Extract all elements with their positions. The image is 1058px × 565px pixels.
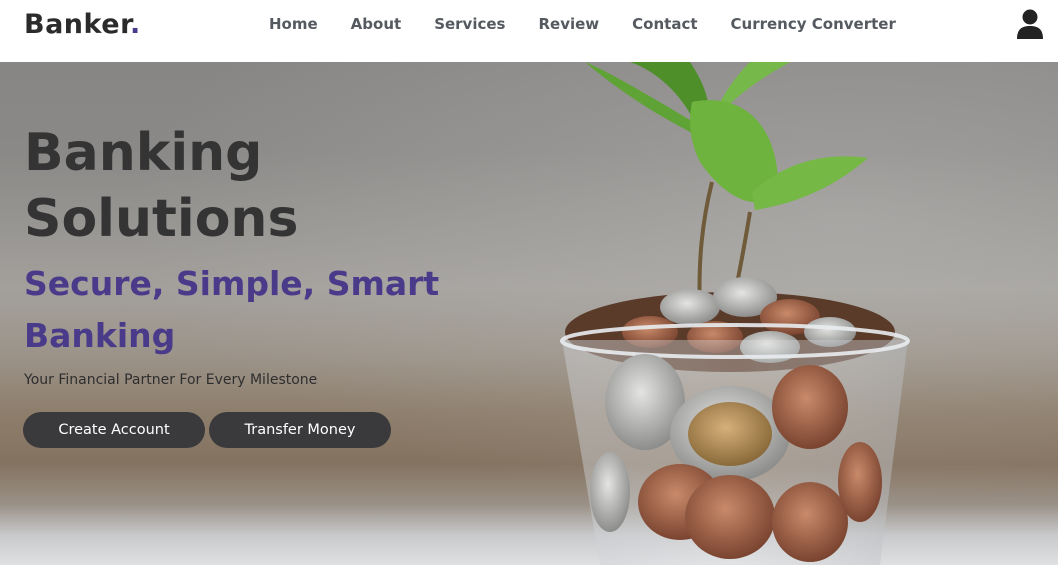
brand-logo[interactable]: Banker. (24, 9, 141, 40)
user-icon[interactable] (1016, 8, 1044, 40)
brand-name: Banker (24, 9, 131, 40)
nav-link-review[interactable]: Review (538, 15, 599, 33)
hero-tagline: Your Financial Partner For Every Milesto… (24, 372, 318, 388)
nav-link-currency-converter[interactable]: Currency Converter (731, 15, 896, 33)
hero-title: Banking Solutions (24, 123, 299, 249)
transfer-money-button[interactable]: Transfer Money (209, 412, 391, 448)
nav-link-services[interactable]: Services (434, 15, 505, 33)
nav-links: Home About Services Review Contact Curre… (269, 15, 929, 33)
navbar: Banker. Home About Services Review Conta… (0, 0, 1058, 62)
brand-dot: . (130, 9, 141, 40)
nav-link-about[interactable]: About (351, 15, 402, 33)
hero-subtitle: Secure, Simple, Smart Banking (24, 264, 440, 355)
create-account-button[interactable]: Create Account (23, 412, 205, 448)
plant-coins-image (560, 62, 910, 565)
nav-link-home[interactable]: Home (269, 15, 318, 33)
nav-link-contact[interactable]: Contact (632, 15, 697, 33)
hero-section: Banking Solutions Secure, Simple, Smart … (0, 62, 1058, 565)
